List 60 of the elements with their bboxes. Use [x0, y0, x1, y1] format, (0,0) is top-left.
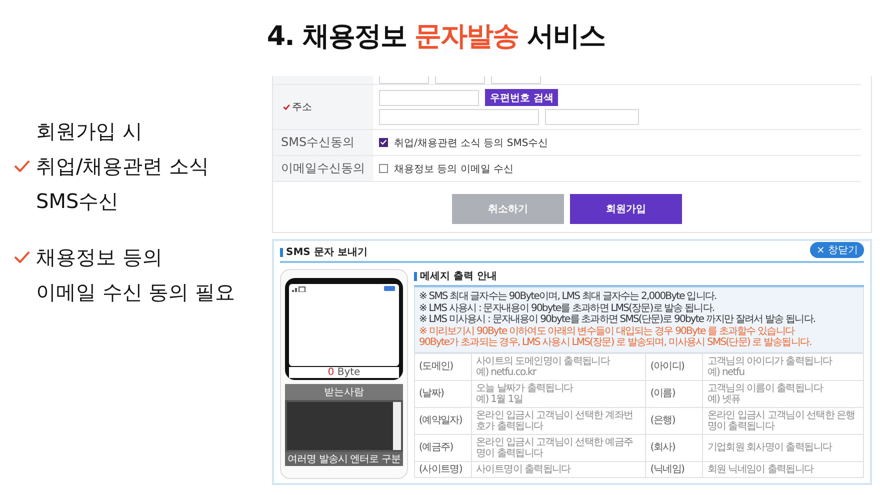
close-button[interactable]: × 창닫기 — [810, 242, 864, 258]
title-marker-icon — [414, 272, 417, 280]
bullet-text: 취업/채용관련 소식 — [36, 152, 210, 180]
recipients-hint: 여러명 발송시 엔터로 구분 — [285, 452, 403, 466]
notice-text: ※ LMS 미사용시 : 문자내용이 90byte를 초과하면 SMS(단문)로 90byte 까지만 잘려서 발송 됩니다. — [419, 314, 816, 326]
variable-name: (사이트명) — [414, 461, 472, 477]
description-text: 오늘 날짜가 출력됩니다 — [476, 382, 574, 394]
description-text: 고객님의 아이디가 출력됩니다 — [707, 356, 834, 366]
recipients-header: 받는사람 — [285, 384, 403, 400]
variable-name: (아이디) — [646, 353, 703, 380]
description-text: 회원 닉네임이 출력됩니다 — [707, 464, 815, 474]
variable-name: (예약일자) — [414, 407, 472, 434]
variable-name: (이름) — [646, 380, 703, 407]
field-label: 주소 — [292, 101, 312, 114]
scrollbar[interactable] — [393, 402, 401, 450]
checkbox[interactable] — [379, 164, 388, 173]
description-text: 기업회원 회사명이 출력됩니다 — [707, 442, 834, 453]
input-field[interactable] — [379, 90, 479, 106]
battery-icon — [384, 286, 396, 291]
bullet-text: 이메일 수신 동의 필요 — [36, 278, 236, 306]
input-field[interactable] — [379, 76, 429, 84]
example-text: 예) netfu — [707, 366, 746, 378]
example-text: 예) 1월 1일 — [476, 394, 524, 404]
checkbox-label: 취업/채용관련 소식 등의 SMS수신 — [394, 136, 548, 150]
popup-title: SMS 문자 보내기 — [286, 246, 368, 259]
description-text: 사이트의 도메인명이 출력됩니다 — [476, 356, 612, 366]
description-text: 온라인 입금시 고객님이 선택한 은행명이 출력됩니다 — [707, 410, 856, 432]
example-text: 예) 넷퓨 — [707, 394, 742, 404]
description-text: 고객님의 이름이 출력됩니다 — [707, 382, 824, 394]
input-field[interactable] — [545, 109, 639, 125]
slide-title: 4. 채용정보 문자발송 서비스 — [266, 20, 606, 54]
section-title: 메세지 출력 안내 — [420, 270, 497, 283]
notice-text: ※ 미리보기시 90Byte 이하여도 아래의 변수들이 대입되는 경우 90Byte 를 초과할수 있습니다 — [419, 326, 796, 337]
byte-counter: 0 Byte — [289, 367, 399, 378]
bullet-text: 채용정보 등의 — [36, 244, 162, 270]
notice-text: ※ SMS 최대 글자수는 90Byte이며, LMS 최대 글자수는 2,000Byte 입니다. — [419, 291, 718, 302]
description-text: 온라인 입금시 고객님이 선택한 예금주명이 출력됩니다 — [476, 436, 634, 458]
recipients-input[interactable] — [287, 402, 401, 450]
variable-name: (회사) — [646, 434, 703, 461]
zipcode-search-button[interactable]: 우편번호 검색 — [485, 89, 558, 106]
variable-name: (날짜) — [414, 380, 472, 407]
variable-name: (도메인) — [414, 353, 472, 380]
variable-name: (예금주) — [414, 434, 472, 461]
input-field[interactable] — [491, 76, 541, 84]
checkbox[interactable] — [379, 138, 388, 147]
example-text: 예) netfu.co.kr — [476, 366, 538, 378]
checkbox-label: 채용정보 등의 이메일 수신 — [394, 162, 514, 176]
notice-text: ※ LMS 사용시 : 문자내용이 90byte를 초과하면 LMS(장문)로 발송 됩니다. — [419, 302, 716, 314]
input-field[interactable] — [435, 76, 485, 84]
description-text: 사이트명이 출력됩니다 — [476, 464, 572, 474]
signup-button[interactable]: 회원가입 — [570, 194, 682, 224]
title-marker-icon — [280, 248, 283, 256]
input-field[interactable] — [379, 109, 539, 125]
bullet-text: SMS수신 — [36, 188, 119, 214]
variable-name: (은행) — [646, 407, 703, 434]
signal-icon — [292, 286, 308, 292]
bullet-text: 회원가입 시 — [36, 118, 142, 144]
variable-name: (닉네임) — [646, 461, 703, 477]
description-text: 온라인 입금시 고객님이 선택한 계좌번호가 출력됩니다 — [476, 410, 634, 432]
notice-text: 90Byte가 초과되는 경우, LMS 사용시 LMS(장문) 로 발송되며, 미사용시 SMS(단문) 로 발송됩니다. — [419, 337, 812, 348]
